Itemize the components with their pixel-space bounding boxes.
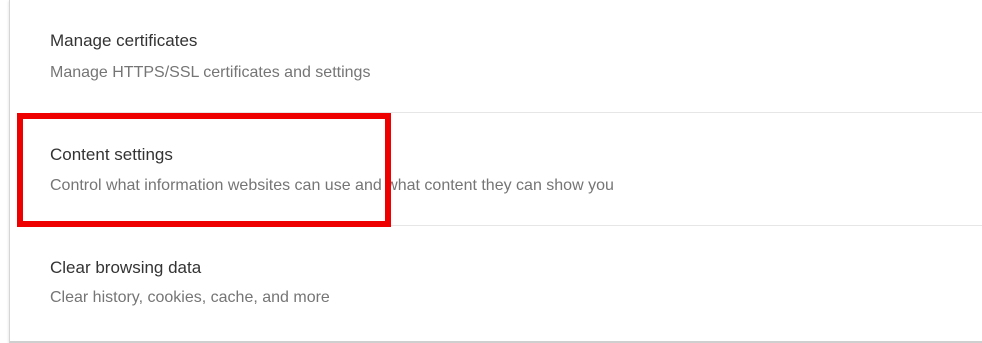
manage-certificates-title: Manage certificates bbox=[50, 31, 198, 50]
clear-browsing-data-description: Clear history, cookies, cache, and more bbox=[50, 289, 330, 306]
clear-browsing-data-title: Clear browsing data bbox=[50, 258, 202, 277]
clear-browsing-data-item[interactable]: Clear browsing data Clear history, cooki… bbox=[10, 226, 982, 339]
settings-card: Manage certificates Manage HTTPS/SSL cer… bbox=[9, 0, 982, 343]
content-settings-item[interactable]: Content settings Control what informatio… bbox=[10, 113, 982, 225]
manage-certificates-item[interactable]: Manage certificates Manage HTTPS/SSL cer… bbox=[10, 0, 982, 112]
manage-certificates-description: Manage HTTPS/SSL certificates and settin… bbox=[50, 64, 371, 81]
content-settings-title: Content settings bbox=[50, 145, 173, 164]
content-settings-description: Control what information websites can us… bbox=[50, 177, 614, 194]
